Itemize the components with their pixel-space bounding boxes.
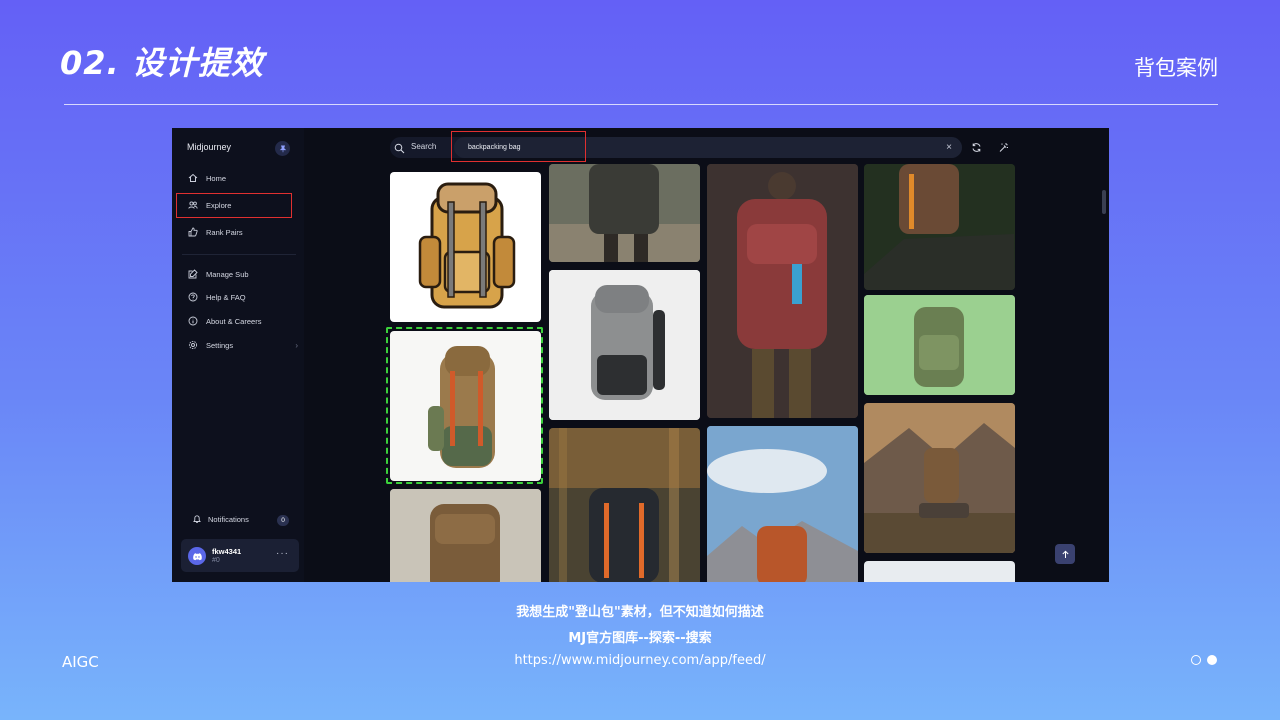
- discord-avatar-icon: [188, 547, 206, 565]
- backpack-image-tile[interactable]: [864, 295, 1015, 395]
- sidebar-item-label: Help & FAQ: [206, 292, 246, 302]
- scroll-to-top-button[interactable]: [1055, 544, 1075, 564]
- pin-icon[interactable]: [275, 141, 290, 156]
- sidebar-item-settings[interactable]: Settings ›: [188, 338, 298, 352]
- backpack-image-tile[interactable]: [549, 164, 700, 262]
- caption-line-2: MJ官方图库--探索--搜索: [568, 631, 712, 646]
- sidebar-item-label: Rank Pairs: [206, 227, 243, 237]
- midjourney-screenshot: Midjourney Home Explore Rank Pairs Manag…: [172, 128, 1109, 582]
- brand-name: Midjourney: [187, 142, 232, 152]
- home-icon: [188, 173, 198, 183]
- backpack-image-tile[interactable]: [390, 489, 541, 582]
- sidebar-item-home[interactable]: Home: [188, 171, 226, 185]
- chevron-right-icon: ›: [295, 340, 298, 350]
- help-icon: [188, 292, 198, 302]
- source-url: https://www.midjourney.com/app/feed/: [514, 653, 766, 668]
- more-options-icon[interactable]: ···: [276, 548, 289, 559]
- notifications-count-badge: 0: [277, 515, 289, 526]
- search-highlight-annotation: [451, 131, 586, 162]
- page-dot-active[interactable]: [1207, 655, 1217, 665]
- footer-tag: AIGC: [62, 653, 99, 671]
- backpack-image-tile[interactable]: [707, 164, 858, 418]
- selected-image-highlight-annotation: [386, 327, 543, 484]
- sidebar-item-about[interactable]: About & Careers: [188, 314, 261, 328]
- notifications-button[interactable]: Notifications: [192, 514, 249, 524]
- refresh-icon[interactable]: [969, 140, 983, 154]
- scrollbar[interactable]: [1102, 190, 1106, 214]
- backpack-image-tile[interactable]: [549, 428, 700, 582]
- sidebar-item-manage-sub[interactable]: Manage Sub: [188, 267, 249, 281]
- magic-wand-icon[interactable]: [996, 140, 1010, 154]
- info-icon: [188, 316, 198, 326]
- caption-line-1: 我想生成"登山包"素材，但不知道如何描述: [516, 605, 764, 620]
- user-card[interactable]: fkw4341 #0 ···: [181, 539, 299, 572]
- bell-icon: [192, 514, 202, 524]
- sidebar-item-label: Home: [206, 173, 227, 183]
- sidebar: Midjourney Home Explore Rank Pairs Manag…: [172, 128, 304, 582]
- slide-subtitle: 背包案例: [1134, 56, 1218, 80]
- user-name: fkw4341: [212, 547, 242, 556]
- sidebar-item-label: About & Careers: [206, 316, 262, 326]
- search-icon: [394, 141, 405, 159]
- sidebar-item-rank-pairs[interactable]: Rank Pairs: [188, 225, 243, 239]
- sidebar-item-label: Manage Sub: [206, 269, 249, 279]
- notifications-label: Notifications: [208, 514, 249, 524]
- user-tag: #0: [212, 557, 220, 564]
- edit-icon: [188, 269, 198, 279]
- slide-title: 02. 设计提效: [60, 44, 264, 82]
- explore-highlight-annotation: [176, 193, 292, 218]
- backpack-image-tile[interactable]: [549, 270, 700, 420]
- page-dot-inactive[interactable]: [1191, 655, 1201, 665]
- backpack-image-tile[interactable]: [864, 561, 1015, 582]
- sidebar-divider: [182, 254, 296, 255]
- backpack-image-tile[interactable]: [864, 164, 1015, 290]
- title-divider: [64, 104, 1218, 105]
- clear-search-icon[interactable]: ×: [946, 137, 952, 158]
- sidebar-item-help[interactable]: Help & FAQ: [188, 290, 246, 304]
- backpack-image-tile[interactable]: [390, 172, 541, 322]
- search-label: Search: [411, 142, 437, 151]
- backpack-image-tile[interactable]: [707, 426, 858, 582]
- gear-icon: [188, 340, 198, 350]
- thumbs-up-icon: [188, 227, 198, 237]
- backpack-image-tile[interactable]: [864, 403, 1015, 553]
- sidebar-item-label: Settings: [206, 340, 234, 350]
